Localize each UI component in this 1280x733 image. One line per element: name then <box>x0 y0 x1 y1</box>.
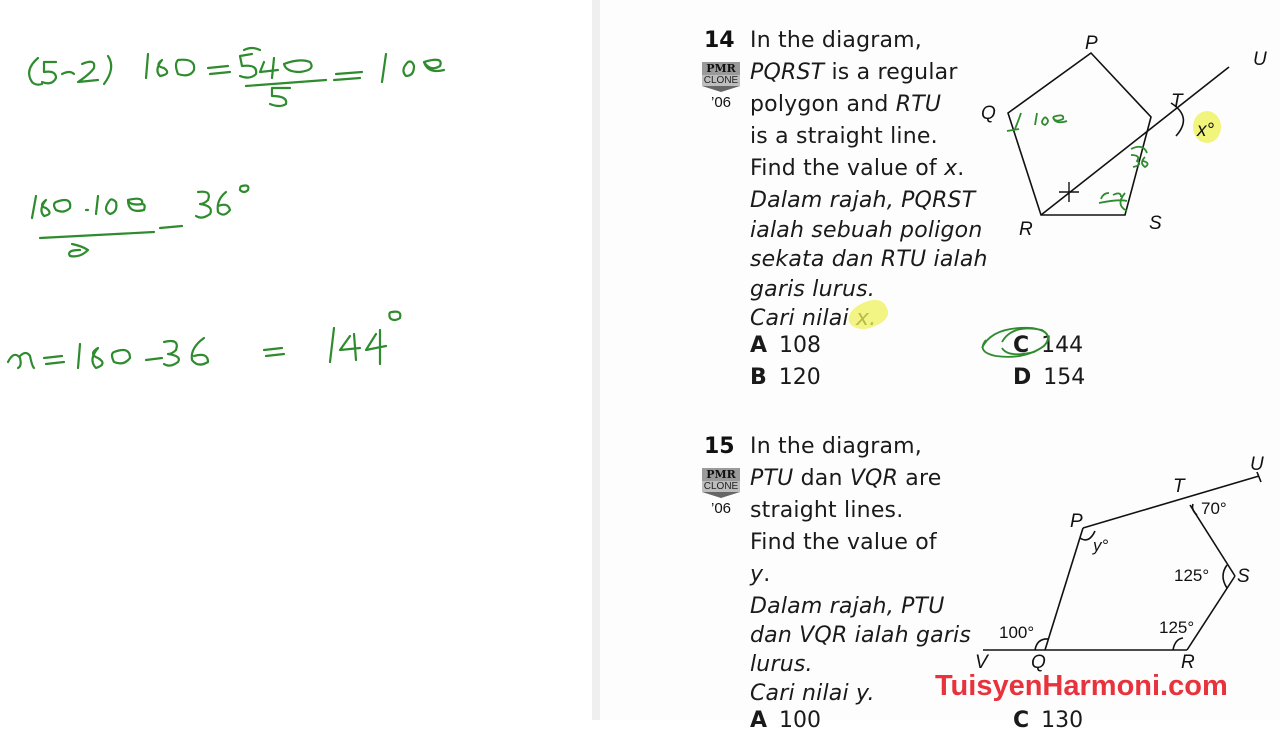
badge-top: PMR <box>702 468 740 481</box>
option-letter: A <box>750 333 768 358</box>
vertex-label-t: T <box>1171 91 1184 112</box>
text-run: straight lines. <box>750 498 904 523</box>
badge-year: ’06 <box>710 500 732 517</box>
pmr-clone-badge: PMR CLONE ’06 <box>702 468 740 517</box>
badge-top: PMR <box>702 62 740 75</box>
option-a[interactable]: A 108 <box>750 333 821 358</box>
handwriting-line-1 <box>27 46 446 108</box>
text-run: . <box>763 562 771 587</box>
question-line-ms: ialah sebuah poligon <box>750 217 983 243</box>
angle-label-x: x° <box>1196 120 1215 141</box>
option-a[interactable]: A 100 <box>750 708 821 733</box>
text-run: are <box>898 466 942 491</box>
text-run: PTU <box>750 466 794 491</box>
page-divider <box>592 0 600 720</box>
pentagon-pqrst <box>1007 51 1152 216</box>
text-run: x <box>944 156 958 181</box>
question-line-en: PTU dan VQR are <box>750 468 941 490</box>
question-line-ms: sekata dan RTU ialah <box>750 247 988 272</box>
text-run: . <box>957 156 965 181</box>
question-line-en: y. <box>750 564 770 586</box>
badge-arrow-icon <box>702 492 740 498</box>
line-ptu <box>1082 475 1260 529</box>
question-line-ms: lurus. <box>750 652 813 677</box>
vertex-label-q: Q <box>981 103 996 124</box>
watermark-logo: TuisyenHarmoni.com <box>935 670 1228 702</box>
angle-label-r: 125° <box>1159 618 1194 637</box>
option-value: 120 <box>778 365 821 390</box>
question-line-en: is a straight line. <box>750 126 938 148</box>
badge-arrow-icon <box>702 86 740 92</box>
pmr-clone-badge: PMR CLONE ’06 <box>702 62 740 111</box>
angle-arc-s <box>1222 564 1228 589</box>
option-letter: A <box>750 708 768 733</box>
badge-middle: CLONE <box>702 481 740 492</box>
option-value: 100 <box>779 708 822 733</box>
text-run: dan <box>793 466 850 491</box>
question-line-en: Find the value of <box>750 532 937 554</box>
polygon-diagram: P Q R S T U V 70° y° 125° 125° 100° <box>975 454 1264 673</box>
question-line-ms: dan VQR ialah garis <box>750 623 972 648</box>
text-run: is a regular <box>824 60 958 85</box>
question-line-en: Find the value of x. <box>750 158 965 180</box>
vertex-label-u: U <box>1253 49 1267 70</box>
question-line-ms: Dalam rajah, PQRST <box>750 188 976 213</box>
text-run: RTU <box>895 92 942 117</box>
option-letter: D <box>1013 365 1032 390</box>
badge-year: ’06 <box>710 94 732 111</box>
handwriting-line-2 <box>30 184 250 258</box>
badge-middle: CLONE <box>702 75 740 86</box>
option-d[interactable]: D 154 <box>1013 365 1085 390</box>
text-run: polygon and <box>750 92 896 117</box>
side-rs <box>1186 575 1236 651</box>
question-line-en: PQRST is a regular <box>750 62 958 84</box>
question-line-ms: Dalam rajah, PTU <box>750 594 945 619</box>
option-b[interactable]: B 120 <box>750 365 821 390</box>
angle-label-s: 125° <box>1174 566 1209 585</box>
angle-arc-t <box>1191 503 1198 516</box>
option-letter: C <box>1013 708 1030 733</box>
text-run: In the diagram, <box>750 434 922 459</box>
handwritten-annotations <box>1006 112 1149 212</box>
text-run: VQR <box>849 466 899 491</box>
option-value: 108 <box>779 333 822 358</box>
vertex-label-u: U <box>1250 454 1264 475</box>
vertex-label-s: S <box>1237 566 1250 587</box>
angle-label-y: y° <box>1092 536 1109 555</box>
vertex-label-p: P <box>1085 33 1098 54</box>
pentagon-diagram: P Q R S T U x° <box>981 33 1267 240</box>
text-run: Find the value of <box>750 156 945 181</box>
handwriting-line-3 <box>6 310 402 370</box>
angle-label-q: 100° <box>999 623 1034 642</box>
text-run: In the diagram, <box>750 28 922 53</box>
option-c[interactable]: C 130 <box>1013 708 1083 733</box>
vertex-label-t: T <box>1173 476 1186 497</box>
vertex-label-r: R <box>1019 219 1033 240</box>
option-value: 154 <box>1043 365 1086 390</box>
text-run: PQRST <box>750 60 825 85</box>
whiteboard-panel[interactable] <box>0 0 594 720</box>
question-number: 14 <box>704 28 735 53</box>
option-letter: B <box>750 365 767 390</box>
text-run: y <box>750 562 764 587</box>
text-run: is a straight line. <box>750 124 938 149</box>
question-line-en: In the diagram, <box>750 30 922 52</box>
question-line-en: polygon and RTU <box>750 94 941 116</box>
side-pq <box>1044 527 1084 651</box>
question-line-ms: Cari nilai y. <box>750 681 875 706</box>
angle-arc-r <box>1172 637 1184 651</box>
question-line-ms: garis lurus. <box>750 276 875 302</box>
text-run: Find the value of <box>750 530 937 555</box>
option-value: 130 <box>1041 708 1084 733</box>
angle-label-t: 70° <box>1201 499 1227 518</box>
vertex-label-s: S <box>1149 213 1162 234</box>
question-line-en: In the diagram, <box>750 436 922 458</box>
handwriting-canvas <box>6 46 446 370</box>
question-number: 15 <box>704 434 735 459</box>
answer-circle-mark <box>981 326 1050 358</box>
question-line-en: straight lines. <box>750 500 903 522</box>
vertex-label-p: P <box>1070 511 1083 532</box>
